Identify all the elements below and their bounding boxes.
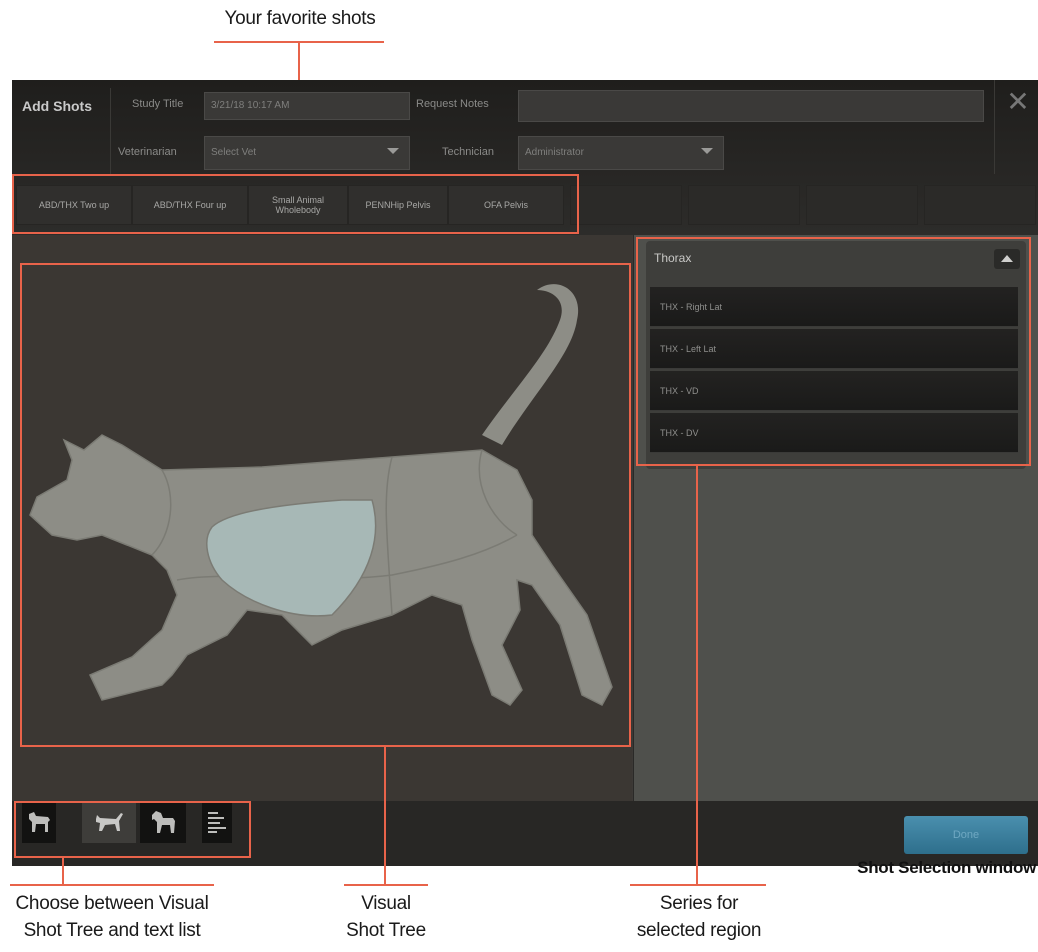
- view-toggle-highlight: [14, 801, 251, 858]
- window-caption: Shot Selection window: [857, 858, 1036, 877]
- callout-bar: [10, 884, 214, 886]
- study-title-label: Study Title: [132, 98, 184, 110]
- veterinarian-value: Select Vet: [211, 147, 257, 158]
- callout-line-1: Choose between Visual: [15, 893, 209, 914]
- callout-line: [384, 747, 386, 885]
- request-notes-label: Request Notes: [416, 98, 489, 110]
- study-title-input[interactable]: 3/21/18 10:17 AM: [204, 92, 410, 120]
- visual-shot-tree-highlight: [20, 263, 631, 747]
- technician-label: Technician: [442, 146, 494, 158]
- chevron-down-icon: [701, 148, 713, 154]
- technician-select[interactable]: Administrator: [518, 136, 724, 170]
- visual-tree-callout: Visual Shot Tree: [330, 890, 442, 944]
- favorite-shot-button[interactable]: [924, 185, 1036, 225]
- callout-line-1: Visual: [361, 893, 411, 914]
- divider: [110, 88, 111, 174]
- done-button[interactable]: Done: [904, 816, 1028, 854]
- window-title: Add Shots: [22, 98, 92, 114]
- favorite-shots-highlight: [12, 174, 579, 234]
- callout-line: [696, 466, 698, 885]
- callout-line-2: Shot Tree: [346, 920, 426, 941]
- callout-line: [62, 858, 64, 885]
- callout-bar: [344, 884, 428, 886]
- veterinarian-label: Veterinarian: [118, 146, 177, 158]
- request-notes-input[interactable]: [518, 90, 984, 122]
- technician-value: Administrator: [525, 147, 584, 158]
- callout-line-2: Shot Tree and text list: [23, 920, 201, 941]
- divider: [994, 80, 995, 174]
- callout-line-2: selected region: [636, 920, 762, 941]
- favorite-shot-button[interactable]: [806, 185, 918, 225]
- favorite-shot-button[interactable]: [688, 185, 800, 225]
- callout-line-1: Series for: [659, 893, 739, 914]
- favorite-shots-callout: Your favorite shots: [224, 8, 376, 29]
- callout-bar: [630, 884, 766, 886]
- veterinarian-select[interactable]: Select Vet: [204, 136, 410, 170]
- choose-view-callout: Choose between Visual Shot Tree and text…: [0, 890, 224, 944]
- chevron-down-icon: [387, 148, 399, 154]
- series-callout: Series for selected region: [614, 890, 784, 944]
- close-icon[interactable]: ✕: [1006, 88, 1030, 116]
- favorite-shot-button[interactable]: [570, 185, 682, 225]
- series-highlight: [636, 237, 1031, 466]
